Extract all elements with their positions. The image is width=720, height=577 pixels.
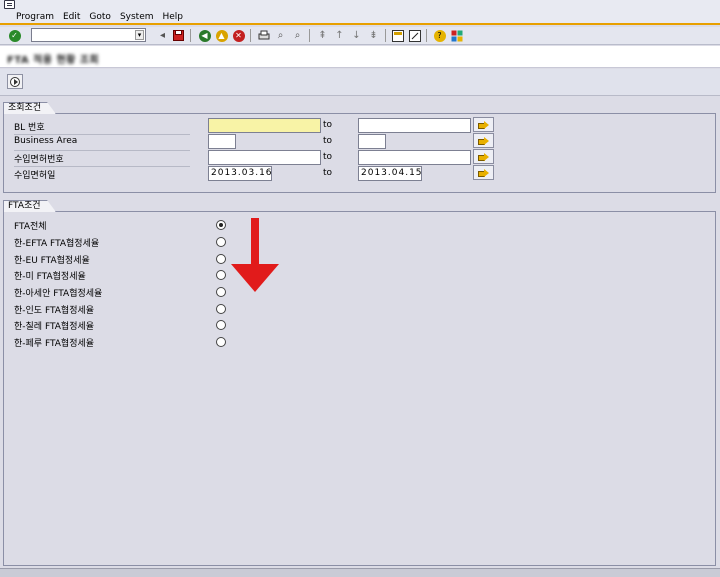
- bl-number-to-input[interactable]: [358, 118, 471, 133]
- cancel-icon[interactable]: ✕: [231, 28, 246, 43]
- menu-edit[interactable]: Edit: [63, 12, 80, 22]
- command-field[interactable]: ▾: [31, 28, 146, 42]
- selection-criteria-group: 조회조건 BL 번호 to Business Area to 수입면허번호 to…: [3, 102, 716, 193]
- exit-icon[interactable]: ▲: [214, 28, 229, 43]
- field-label: Business Area: [14, 136, 78, 146]
- previous-page-icon[interactable]: ↑: [332, 28, 347, 43]
- business-area-to-input[interactable]: [358, 134, 386, 149]
- page-title: FTA 적용 현황 조회: [7, 55, 100, 66]
- group-title: 조회조건: [3, 102, 57, 114]
- fta-option-label: FTA전체: [14, 222, 47, 232]
- back-icon[interactable]: ◀: [197, 28, 212, 43]
- execute-button[interactable]: [7, 74, 23, 89]
- standard-toolbar: ✓ ▾ ◂ ◀ ▲ ✕ ⌕ ⌕ ⇞ ↑ ↓ ⇟ ?: [0, 27, 720, 45]
- to-label: to: [323, 120, 333, 130]
- fta-efta-radio[interactable]: [216, 237, 226, 247]
- print-icon[interactable]: [256, 28, 271, 43]
- menu-help[interactable]: Help: [163, 12, 184, 22]
- multiple-selection-arrow-icon: [478, 136, 489, 145]
- multiple-selection-arrow-icon: [478, 120, 489, 129]
- execute-icon: [10, 76, 20, 87]
- fta-option-efta[interactable]: 한-EFTA FTA협정세율: [4, 235, 234, 249]
- fta-option-all[interactable]: FTA전체: [4, 218, 234, 232]
- field-label: 수입면허번호: [14, 155, 64, 165]
- business-area-from-input[interactable]: [208, 134, 236, 149]
- command-input[interactable]: [32, 29, 145, 41]
- import-license-date-from-input[interactable]: 2013.03.16: [208, 166, 272, 181]
- multiple-selection-button[interactable]: [473, 117, 494, 132]
- fta-option-label: 한-미 FTA협정세율: [14, 272, 86, 282]
- menu-goto[interactable]: Goto: [89, 12, 111, 22]
- find-icon[interactable]: ⌕: [273, 28, 288, 43]
- fta-chile-radio[interactable]: [216, 320, 226, 330]
- collapse-icon[interactable]: ◂: [155, 28, 170, 43]
- menu-bar: Program Edit Goto System Help: [0, 0, 720, 25]
- fta-option-label: 한-인도 FTA협정세율: [14, 306, 95, 316]
- to-label: to: [323, 152, 333, 162]
- multiple-selection-arrow-icon: [478, 168, 489, 177]
- fta-option-india[interactable]: 한-인도 FTA협정세율: [4, 302, 234, 316]
- multiple-selection-button[interactable]: [473, 133, 494, 148]
- multiple-selection-button[interactable]: [473, 149, 494, 164]
- shortcut-icon[interactable]: [407, 28, 422, 43]
- multiple-selection-button[interactable]: [473, 165, 494, 180]
- fta-option-label: 한-페루 FTA협정세율: [14, 339, 95, 349]
- toolbar-separator: [190, 29, 191, 42]
- app-menu-icon[interactable]: [4, 0, 15, 9]
- fta-conditions-group: FTA조건 FTA전체 한-EFTA FTA협정세율 한-EU FTA협정세율 …: [3, 200, 716, 566]
- fta-option-eu[interactable]: 한-EU FTA협정세율: [4, 252, 234, 266]
- fta-option-asean[interactable]: 한-아세안 FTA협정세율: [4, 285, 234, 299]
- fta-eu-radio[interactable]: [216, 254, 226, 264]
- toolbar-separator: [385, 29, 386, 42]
- group-title: FTA조건: [3, 200, 56, 212]
- multiple-selection-arrow-icon: [478, 152, 489, 161]
- application-toolbar: [0, 69, 720, 96]
- fta-asean-radio[interactable]: [216, 287, 226, 297]
- field-label: 수입면허일: [14, 171, 56, 181]
- next-page-icon[interactable]: ↓: [349, 28, 364, 43]
- enter-check-icon[interactable]: ✓: [7, 28, 22, 43]
- fta-option-us[interactable]: 한-미 FTA협정세율: [4, 268, 234, 282]
- to-label: to: [323, 136, 333, 146]
- criteria-row: 수입면허일: [4, 166, 204, 182]
- toolbar-separator: [250, 29, 251, 42]
- criteria-row: Business Area: [4, 134, 204, 151]
- to-label: to: [323, 168, 333, 178]
- red-down-arrow-annotation: [231, 218, 279, 292]
- status-bar: [0, 568, 720, 577]
- import-license-number-to-input[interactable]: [358, 150, 471, 165]
- fta-india-radio[interactable]: [216, 304, 226, 314]
- layout-icon[interactable]: [449, 28, 464, 43]
- bl-number-from-input[interactable]: [208, 118, 321, 133]
- field-label: BL 번호: [14, 123, 45, 133]
- fta-peru-radio[interactable]: [216, 337, 226, 347]
- import-license-number-from-input[interactable]: [208, 150, 321, 165]
- toolbar-separator: [309, 29, 310, 42]
- save-icon[interactable]: [171, 28, 186, 43]
- menu-items: Program Edit Goto System Help: [16, 12, 183, 22]
- fta-option-chile[interactable]: 한-칠레 FTA협정세율: [4, 318, 234, 332]
- fta-option-label: 한-EFTA FTA협정세율: [14, 239, 100, 249]
- first-page-icon[interactable]: ⇞: [315, 28, 330, 43]
- fta-option-label: 한-칠레 FTA협정세율: [14, 322, 95, 332]
- fta-us-radio[interactable]: [216, 270, 226, 280]
- criteria-row: 수입면허번호: [4, 150, 204, 167]
- fta-all-radio[interactable]: [216, 220, 226, 230]
- menu-system[interactable]: System: [120, 12, 154, 22]
- criteria-row: BL 번호: [4, 118, 204, 135]
- command-history-icon[interactable]: ▾: [135, 30, 144, 40]
- import-license-date-to-input[interactable]: 2013.04.15: [358, 166, 422, 181]
- toolbar-separator: [426, 29, 427, 42]
- menu-program[interactable]: Program: [16, 12, 54, 22]
- title-bar: FTA 적용 현황 조회: [0, 46, 720, 68]
- fta-option-label: 한-아세안 FTA협정세율: [14, 289, 103, 299]
- fta-option-label: 한-EU FTA협정세율: [14, 256, 90, 266]
- find-next-icon[interactable]: ⌕: [290, 28, 305, 43]
- last-page-icon[interactable]: ⇟: [366, 28, 381, 43]
- fta-option-peru[interactable]: 한-페루 FTA협정세율: [4, 335, 234, 349]
- help-icon[interactable]: ?: [432, 28, 447, 43]
- create-session-icon[interactable]: [390, 28, 405, 43]
